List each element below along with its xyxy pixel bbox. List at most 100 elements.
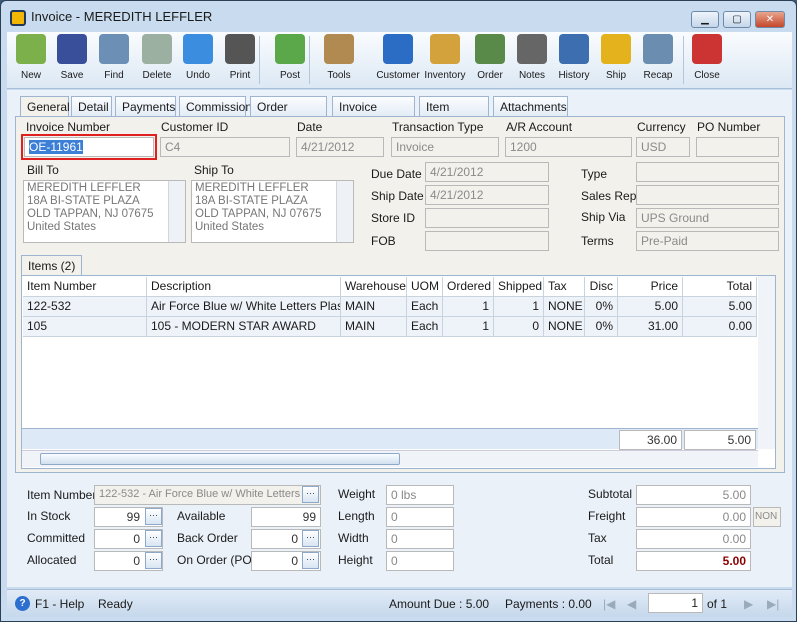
history-button[interactable]: History — [552, 34, 596, 81]
print-button[interactable]: Print — [218, 34, 262, 81]
save-button[interactable]: Save — [50, 34, 94, 81]
tab-invoice-history[interactable]: Invoice History — [332, 96, 415, 128]
undo-button[interactable]: Undo — [176, 34, 220, 81]
horizontal-scrollbar[interactable] — [22, 450, 758, 467]
order-button[interactable]: Order — [468, 34, 512, 81]
grid-cell: 1 — [443, 297, 494, 317]
help-link[interactable]: F1 - Help — [35, 597, 84, 611]
column-header[interactable]: Disc — [585, 277, 618, 297]
tab-detail[interactable]: Detail — [71, 96, 112, 117]
ellipsis-button[interactable]: ··· — [145, 530, 162, 547]
customer-button[interactable]: Customer — [376, 34, 420, 81]
customer-id-input[interactable]: C4 — [160, 137, 290, 157]
grid-cell: 1 — [443, 317, 494, 337]
column-header[interactable]: Total — [683, 277, 757, 297]
type-input[interactable] — [636, 162, 779, 182]
inventory-icon — [430, 34, 460, 64]
grid-cell: 105 — [23, 317, 147, 337]
notes-button[interactable]: Notes — [510, 34, 554, 81]
sales-rep-input[interactable] — [636, 185, 779, 205]
vertical-scrollbar[interactable] — [758, 276, 775, 449]
ar-account-input[interactable]: 1200 — [505, 137, 632, 157]
height-input[interactable]: 0 — [386, 551, 454, 571]
customer-icon — [383, 34, 413, 64]
column-header[interactable]: Description — [147, 277, 341, 297]
freight-code[interactable]: NON — [753, 507, 781, 527]
column-header[interactable]: Price — [618, 277, 683, 297]
ellipsis-button[interactable]: ··· — [145, 552, 162, 569]
save-icon — [57, 34, 87, 64]
item-number-label: Item Number — [27, 488, 97, 502]
recap-button[interactable]: Recap — [636, 34, 680, 81]
date-input[interactable]: 4/21/2012 — [296, 137, 384, 157]
scrollbar[interactable] — [336, 181, 353, 242]
next-page-icon[interactable]: ▶ — [744, 597, 753, 611]
new-button[interactable]: New — [9, 34, 53, 81]
scrollbar[interactable] — [168, 181, 185, 242]
inventory-button[interactable]: Inventory — [423, 34, 467, 81]
help-icon[interactable]: ? — [15, 596, 30, 611]
minimize-button[interactable]: ▁ — [691, 11, 719, 28]
length-input[interactable]: 0 — [386, 507, 454, 527]
close-icon — [692, 34, 722, 64]
po-number-input[interactable] — [696, 137, 779, 157]
ellipsis-button[interactable]: ··· — [302, 552, 319, 569]
close-button[interactable]: Close — [685, 34, 729, 81]
column-header[interactable]: UOM — [407, 277, 443, 297]
column-header[interactable]: Shipped — [494, 277, 544, 297]
ellipsis-button[interactable]: ··· — [145, 508, 162, 525]
sales-rep-label: Sales Rep — [581, 189, 637, 203]
tab-general[interactable]: General — [20, 96, 70, 118]
table-row[interactable]: 105 105 - MODERN STAR AWARD MAIN Each 1 0 NONE… — [23, 317, 757, 337]
scroll-thumb[interactable] — [40, 453, 400, 465]
bill-to-address[interactable]: MEREDITH LEFFLER 18A BI-STATE PLAZA OLD TA… — [23, 180, 186, 243]
tab-payments[interactable]: Payments — [115, 96, 176, 117]
column-header[interactable]: Item Number — [23, 277, 147, 297]
weight-input[interactable]: 0 lbs — [386, 485, 454, 505]
tools-icon — [324, 34, 354, 64]
tools-button[interactable]: Tools — [317, 34, 361, 81]
close-window-button[interactable]: ✕ — [755, 11, 785, 28]
footer-price: 36.00 — [619, 430, 682, 450]
fob-input[interactable] — [425, 231, 549, 251]
ellipsis-button[interactable]: ··· — [302, 486, 319, 503]
ship-via-input[interactable]: UPS Ground — [636, 208, 779, 228]
item-number-input[interactable]: 122-532 - Air Force Blue w/ White Letter… — [94, 485, 321, 505]
due-date-input[interactable]: 4/21/2012 — [425, 162, 549, 182]
column-header[interactable]: Warehouse — [341, 277, 407, 297]
tab-items[interactable]: Items (2) — [21, 255, 83, 277]
post-button[interactable]: Post — [268, 34, 312, 81]
delete-button[interactable]: Delete — [135, 34, 179, 81]
items-grid: 36.00 5.00 Item Number Description Warehou… — [21, 275, 776, 469]
maximize-button[interactable]: ▢ — [723, 11, 751, 28]
column-header[interactable]: Tax — [544, 277, 585, 297]
terms-input[interactable]: Pre-Paid — [636, 231, 779, 251]
ship-to-address[interactable]: MEREDITH LEFFLER 18A BI-STATE PLAZA OLD TA… — [191, 180, 354, 243]
width-input[interactable]: 0 — [386, 529, 454, 549]
ship-date-input[interactable]: 4/21/2012 — [425, 185, 549, 205]
store-id-input[interactable] — [425, 208, 549, 228]
ship-button[interactable]: Ship — [594, 34, 638, 81]
table-row[interactable]: 122-532 Air Force Blue w/ White Letters P… — [23, 297, 757, 317]
freight-input[interactable]: 0.00 — [636, 507, 751, 527]
available-input[interactable]: 99 — [251, 507, 321, 527]
tab-item-history[interactable]: Item History — [419, 96, 489, 128]
column-header[interactable]: Ordered — [443, 277, 494, 297]
invoice-number-label: Invoice Number — [26, 120, 111, 134]
find-button[interactable]: Find — [92, 34, 136, 81]
currency-input[interactable]: USD — [636, 137, 690, 157]
invoice-number-input[interactable]: OE-11961 — [21, 134, 157, 160]
tab-commission[interactable]: Commission — [179, 96, 252, 117]
page-input[interactable]: 1 — [648, 593, 703, 613]
last-page-icon[interactable]: ▶| — [767, 597, 779, 611]
available-label: Available — [177, 509, 226, 523]
ellipsis-button[interactable]: ··· — [302, 530, 319, 547]
toolbar-label: Undo — [186, 70, 210, 81]
transaction-type-input[interactable]: Invoice — [391, 137, 499, 157]
total-label: Total — [588, 553, 614, 567]
tab-order-history[interactable]: Order History — [250, 96, 327, 128]
tab-attachments[interactable]: Attachments — [493, 96, 568, 117]
prev-page-icon[interactable]: ◀ — [627, 597, 636, 611]
print-icon — [225, 34, 255, 64]
first-page-icon[interactable]: |◀ — [603, 597, 615, 611]
